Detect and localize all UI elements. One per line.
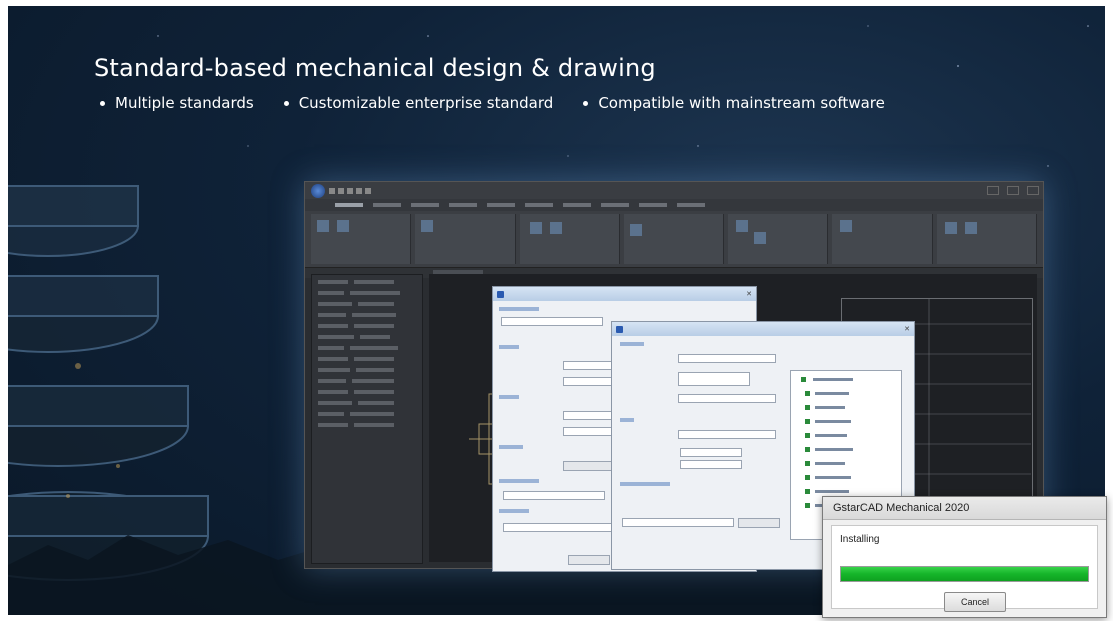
cancel-button[interactable]: Cancel	[944, 592, 1006, 612]
close-icon[interactable]: ✕	[746, 290, 752, 298]
dialog-titlebar: ✕	[612, 322, 914, 336]
bullet-dot-icon	[100, 100, 105, 106]
maximize-icon[interactable]	[1007, 186, 1019, 195]
minimize-icon[interactable]	[987, 186, 999, 195]
feature-bullet: Customizable enterprise standard	[283, 94, 553, 112]
dialog-app-icon	[616, 325, 623, 333]
feature-bullet: Compatible with mainstream software	[583, 94, 885, 112]
installer-status: Installing	[840, 534, 880, 545]
banner-heading: Standard-based mechanical design & drawi…	[94, 54, 656, 82]
installer-dialog: GstarCAD Mechanical 2020 Installing Canc…	[822, 496, 1107, 618]
cad-titlebar	[305, 182, 1043, 199]
quick-access-toolbar	[329, 187, 371, 194]
installer-body: Installing Cancel	[831, 525, 1098, 612]
close-icon[interactable]: ✕	[904, 325, 910, 333]
properties-panel	[311, 274, 423, 564]
ribbon-tab[interactable]	[639, 203, 667, 207]
app-logo-icon[interactable]	[311, 183, 325, 198]
template-path-field[interactable]	[622, 518, 734, 527]
ribbon-group[interactable]	[519, 214, 620, 264]
ribbon-tab[interactable]	[373, 203, 401, 207]
dialog-field[interactable]	[563, 411, 615, 420]
ribbon-tab[interactable]	[449, 203, 477, 207]
ribbon-tab[interactable]	[487, 203, 515, 207]
standard-dropdown[interactable]	[678, 354, 776, 363]
ribbon-group[interactable]	[311, 214, 412, 264]
dialog-field[interactable]	[503, 523, 615, 532]
install-progress-fill	[841, 567, 1088, 581]
bullet-dot-icon	[583, 100, 589, 106]
ribbon-tab[interactable]	[335, 203, 363, 207]
feature-bullets: Multiple standards Customizable enterpri…	[100, 94, 885, 112]
dialog-checkbox[interactable]	[678, 372, 750, 386]
dialog-titlebar: ✕	[493, 287, 756, 301]
install-progress-bar	[840, 566, 1089, 582]
ribbon-tab[interactable]	[677, 203, 705, 207]
dialog-field[interactable]	[501, 317, 603, 326]
installer-title: GstarCAD Mechanical 2020	[823, 497, 1106, 520]
dialog-field[interactable]	[563, 427, 615, 436]
ribbon-panel	[305, 211, 1043, 268]
model-scale-input[interactable]	[678, 430, 776, 439]
close-icon[interactable]	[1027, 186, 1039, 195]
bullet-dot-icon	[283, 100, 289, 106]
ribbon-tab[interactable]	[601, 203, 629, 207]
dialog-checkbox[interactable]	[503, 491, 605, 500]
ribbon-group[interactable]	[832, 214, 933, 264]
ribbon-tab[interactable]	[411, 203, 439, 207]
feature-bullet: Multiple standards	[100, 94, 254, 112]
ribbon-tab[interactable]	[525, 203, 553, 207]
ribbon-group[interactable]	[623, 214, 725, 264]
ribbon-group[interactable]	[728, 214, 829, 264]
dialog-field[interactable]	[563, 377, 615, 386]
radio-option[interactable]	[680, 448, 742, 457]
ribbon-group[interactable]	[415, 214, 516, 264]
ribbon-tabs	[305, 199, 1043, 211]
dialog-field[interactable]	[563, 361, 615, 370]
dialog-button[interactable]	[568, 555, 610, 565]
ribbon-tab[interactable]	[563, 203, 591, 207]
measurement-dropdown[interactable]	[678, 394, 776, 403]
browse-button[interactable]	[738, 518, 780, 528]
dialog-app-icon	[497, 290, 504, 298]
ribbon-group[interactable]	[936, 214, 1037, 264]
radio-option[interactable]	[680, 460, 742, 469]
dialog-option-button[interactable]	[563, 461, 615, 471]
